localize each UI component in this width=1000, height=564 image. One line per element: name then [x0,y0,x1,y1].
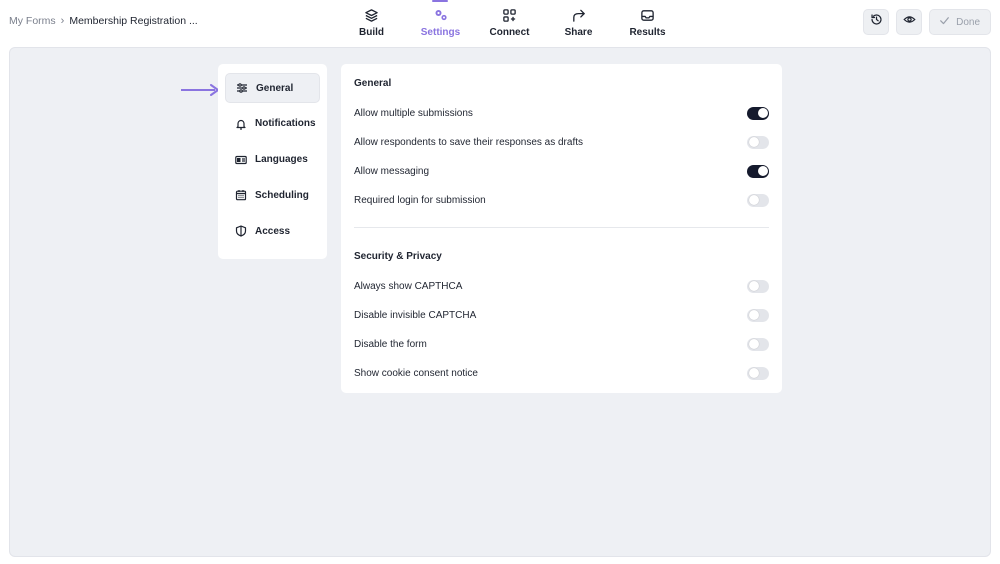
setting-row: Required login for submission [354,191,769,209]
toggle-disable-invisible-captcha[interactable] [747,308,769,322]
gears-icon [433,7,449,23]
section-title-security: Security & Privacy [354,251,442,262]
breadcrumb-current-form: Membership Registration ... [69,15,198,27]
sliders-icon [236,82,248,94]
tab-share[interactable]: Share [544,0,613,44]
apps-plus-icon [502,7,518,23]
active-tab-indicator [432,0,448,2]
sidebar-item-label: Notifications [255,118,316,130]
top-bar: My Forms › Membership Registration ... B… [0,0,1000,44]
setting-label: Disable the form [354,338,427,350]
breadcrumb: My Forms › Membership Registration ... [9,15,198,27]
breadcrumb-my-forms[interactable]: My Forms [9,15,56,27]
done-label: Done [956,16,980,28]
done-button[interactable]: Done [929,9,991,35]
tab-build-label: Build [359,27,384,38]
setting-label: Disable invisible CAPTCHA [354,309,477,321]
sidebar-item-label: General [256,82,294,94]
header-actions: Done [863,9,991,35]
tab-settings-label: Settings [420,27,461,38]
tab-results[interactable]: Results [613,0,682,44]
tab-connect[interactable]: Connect [475,0,544,44]
sidebar-item-label: Languages [255,154,308,166]
toggle-save-drafts[interactable] [747,135,769,149]
setting-row: Disable the form [354,335,769,353]
toggle-disable-form[interactable] [747,337,769,351]
settings-panel: General Allow multiple submissions Allow… [341,64,782,393]
sidebar-item-notifications[interactable]: Notifications [225,109,320,139]
shield-icon [235,225,247,237]
tab-build[interactable]: Build [337,0,406,44]
setting-row: Allow messaging [354,162,769,180]
toggle-required-login[interactable] [747,193,769,207]
share-arrow-icon [571,7,587,23]
toggle-knob [748,137,759,147]
toggle-knob [748,310,759,320]
setting-label: Show cookie consent notice [354,367,478,379]
toggle-knob [748,195,759,205]
settings-sidebar: General Notifications Languages Scheduli… [218,64,327,259]
setting-row: Disable invisible CAPTCHA [354,306,769,324]
toggle-always-show-captcha[interactable] [747,279,769,293]
sidebar-item-label: Access [255,225,291,237]
setting-label: Always show CAPTHCA [354,280,463,292]
toggle-knob [748,339,759,349]
preview-button[interactable] [896,9,923,35]
eye-icon [902,13,916,31]
setting-row: Allow respondents to save their response… [354,133,769,151]
sidebar-item-label: Scheduling [255,189,309,201]
section-title-general: General [354,78,392,89]
check-icon [939,15,950,29]
setting-label: Allow respondents to save their response… [354,136,584,148]
setting-label: Allow messaging [354,165,430,177]
inbox-icon [640,7,656,23]
sidebar-item-scheduling[interactable]: Scheduling [225,180,320,210]
toggle-knob [748,281,759,291]
tab-results-label: Results [629,27,666,38]
sidebar-item-languages[interactable]: Languages [225,145,320,175]
pointer-arrow-icon [181,84,219,96]
section-divider [354,227,769,228]
breadcrumb-separator: › [60,15,65,27]
toggle-cookie-consent[interactable] [747,366,769,380]
setting-row: Show cookie consent notice [354,364,769,382]
main-nav-tabs: Build Settings Connect Share Results [337,0,682,44]
toggle-allow-messaging[interactable] [747,164,769,178]
tab-share-label: Share [564,27,593,38]
setting-row: Always show CAPTHCA [354,277,769,295]
setting-row: Allow multiple submissions [354,104,769,122]
toggle-allow-multiple-submissions[interactable] [747,106,769,120]
toggle-knob [757,166,768,176]
toggle-knob [748,368,759,378]
history-icon [870,13,883,31]
setting-label: Required login for submission [354,194,486,206]
layers-icon [364,7,380,23]
tab-connect-label: Connect [489,27,530,38]
history-button[interactable] [863,9,890,35]
calendar-icon [235,189,247,201]
setting-label: Allow multiple submissions [354,107,473,119]
tab-settings[interactable]: Settings [406,0,475,44]
sidebar-item-access[interactable]: Access [225,216,320,246]
bell-icon [235,118,247,130]
sidebar-item-general[interactable]: General [225,73,320,103]
toggle-knob [757,108,768,118]
language-icon [235,154,247,166]
